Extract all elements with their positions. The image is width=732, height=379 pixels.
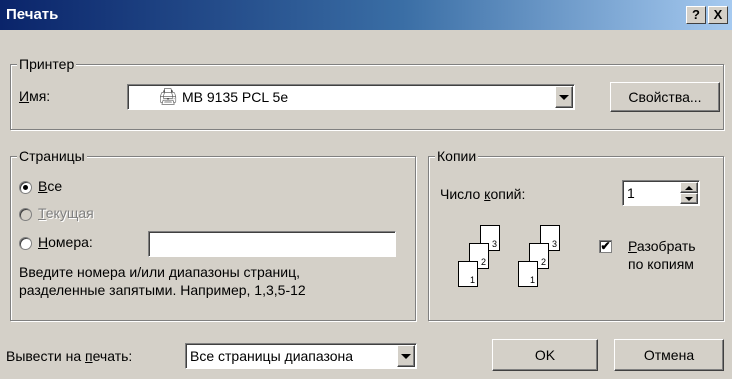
arrow-down-icon <box>685 196 693 201</box>
spinner-down-button[interactable] <box>680 193 698 204</box>
pages-group-label: Страницы <box>17 148 87 164</box>
printer-select[interactable]: 🖨 MB 9135 PCL 5e <box>127 84 575 110</box>
print-what-select[interactable]: Все страницы диапазона <box>185 343 417 369</box>
copies-group-label: Копии <box>435 148 479 164</box>
printer-dropdown-button[interactable] <box>555 86 573 108</box>
collate-label-line2[interactable]: по копиям <box>628 256 694 272</box>
radio-current-label[interactable]: Текущая <box>38 205 94 221</box>
pages-hint-line1: Введите номера и/или диапазоны страниц, <box>19 264 300 280</box>
arrow-up-icon <box>685 185 693 190</box>
radio-numbers-label[interactable]: Номера: <box>38 234 93 250</box>
printer-icon: 🖨 <box>158 89 179 106</box>
collate-checkbox[interactable]: ✔ <box>599 240 612 253</box>
printer-name-label: Имя: <box>19 88 51 104</box>
page-numbers-input[interactable] <box>148 231 396 257</box>
printer-select-value: MB 9135 PCL 5e <box>182 89 289 105</box>
spinner-up-button[interactable] <box>680 182 698 193</box>
radio-all-label[interactable]: Все <box>38 178 62 194</box>
properties-button[interactable]: Свойства... <box>610 82 720 112</box>
printer-group-label: Принтер <box>17 56 77 72</box>
cancel-button[interactable]: Отмена <box>614 339 724 371</box>
radio-current[interactable] <box>19 208 32 221</box>
collate-label-line1[interactable]: Разобрать <box>628 238 696 254</box>
print-what-value: Все страницы диапазона <box>190 348 354 364</box>
page-1-icon: 1 <box>458 261 478 287</box>
close-button[interactable]: X <box>708 6 728 24</box>
help-button[interactable]: ? <box>686 6 706 24</box>
window-title: Печать <box>6 6 59 23</box>
print-what-dropdown-button[interactable] <box>397 345 415 367</box>
copies-count-label: Число копий: <box>440 186 526 202</box>
title-bar: Печать ? X <box>0 0 732 30</box>
copies-count-spinner[interactable]: 1 <box>622 180 700 206</box>
radio-numbers[interactable] <box>19 237 32 250</box>
copies-count-value: 1 <box>627 185 635 201</box>
page-1-icon: 1 <box>518 261 538 287</box>
print-what-label: Вывести на печать: <box>6 348 133 364</box>
chevron-down-icon <box>401 354 411 359</box>
radio-all[interactable] <box>19 181 32 194</box>
pages-hint-line2: разделенные запятыми. Например, 1,3,5-12 <box>19 282 306 298</box>
chevron-down-icon <box>559 95 569 100</box>
ok-button[interactable]: OK <box>492 339 598 371</box>
